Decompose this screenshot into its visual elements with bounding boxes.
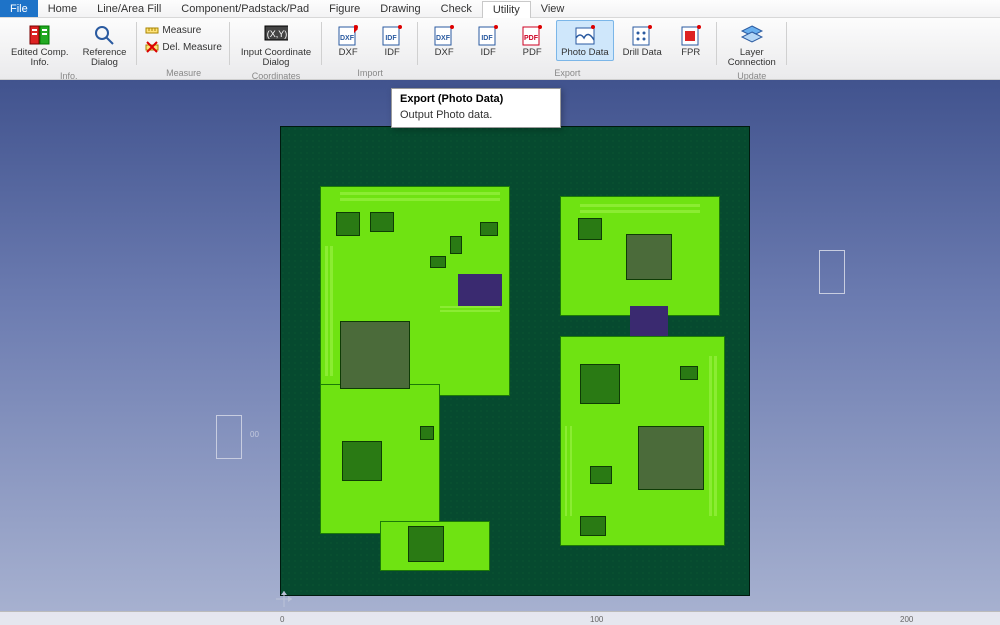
input-coordinate-dialog-button[interactable]: (X,Y) Input Coordinate Dialog <box>236 20 316 71</box>
svg-text:IDF: IDF <box>481 35 493 42</box>
group-update: Layer Connection Update <box>717 18 787 79</box>
export-dxf-button[interactable]: DXF DXF <box>424 20 464 61</box>
xy-icon: (X,Y) <box>264 23 288 47</box>
tooltip-export-photo-data: Export (Photo Data) Output Photo data. <box>391 88 561 128</box>
cursor-marker-right <box>819 250 845 294</box>
pdf-export-icon: PDF <box>520 23 544 47</box>
group-measure-label: Measure <box>166 68 201 79</box>
import-dxf-label: DXF <box>339 48 358 58</box>
del-measure-button[interactable]: Del. Measure <box>143 39 223 55</box>
export-idf-label: IDF <box>480 48 495 58</box>
ribbon: Edited Comp. Info. Reference Dialog Info… <box>0 18 1000 80</box>
input-coordinate-dialog-label: Input Coordinate Dialog <box>241 48 311 68</box>
ruler-tick-200: 200 <box>900 615 913 624</box>
component-info-icon <box>28 23 52 47</box>
ruler-horizontal: 0 100 200 <box>0 611 1000 625</box>
export-fpr-label: FPR <box>681 48 700 58</box>
edited-comp-info-label: Edited Comp. Info. <box>11 48 69 68</box>
ruler-icon <box>145 23 159 37</box>
group-coordinates: (X,Y) Input Coordinate Dialog Coordinate… <box>230 18 322 79</box>
svg-text:(X,Y): (X,Y) <box>267 29 288 39</box>
ruler-tick-0: 0 <box>280 615 284 624</box>
export-photo-data-label: Photo Data <box>561 48 609 58</box>
dxf-export-icon: DXF <box>432 23 456 47</box>
reference-dialog-button[interactable]: Reference Dialog <box>78 20 132 71</box>
file-menu[interactable]: File <box>0 0 38 17</box>
svg-text:PDF: PDF <box>524 35 539 42</box>
tab-line-area-fill[interactable]: Line/Area Fill <box>87 0 171 17</box>
group-import: DXF DXF IDF IDF Import <box>322 18 418 79</box>
fpr-export-icon <box>679 23 703 47</box>
group-measure: Measure Del. Measure Measure <box>137 18 229 79</box>
ruler-tick-100: 100 <box>590 615 603 624</box>
export-pdf-label: PDF <box>523 48 542 58</box>
export-dxf-label: DXF <box>435 48 454 58</box>
idf-import-icon: IDF <box>380 23 404 47</box>
tab-check[interactable]: Check <box>431 0 482 17</box>
svg-text:IDF: IDF <box>385 35 397 42</box>
tab-utility[interactable]: Utility <box>482 1 531 18</box>
magnifier-icon <box>92 23 116 47</box>
tooltip-title: Export (Photo Data) <box>392 89 560 107</box>
import-dxf-button[interactable]: DXF DXF <box>328 20 368 61</box>
origin-crosshair-icon <box>276 591 292 607</box>
group-info: Edited Comp. Info. Reference Dialog Info… <box>0 18 137 79</box>
layer-connection-label: Layer Connection <box>728 48 776 68</box>
dxf-import-icon: DXF <box>336 23 360 47</box>
export-fpr-button[interactable]: FPR <box>671 20 711 61</box>
reference-dialog-label: Reference Dialog <box>83 48 127 68</box>
menu-bar: File Home Line/Area Fill Component/Padst… <box>0 0 1000 18</box>
group-export: DXF DXF IDF IDF PDF PDF Photo Data Drill… <box>418 18 717 79</box>
photo-data-icon <box>573 23 597 47</box>
import-idf-button[interactable]: IDF IDF <box>372 20 412 61</box>
tooltip-body: Output Photo data. <box>392 107 560 127</box>
marker-left-label: 00 <box>250 430 259 439</box>
group-import-label: Import <box>357 68 383 79</box>
group-export-label: Export <box>554 68 580 79</box>
tab-view[interactable]: View <box>531 0 575 17</box>
measure-label: Measure <box>162 25 201 36</box>
tab-component-padstack[interactable]: Component/Padstack/Pad <box>171 0 319 17</box>
svg-text:DXF: DXF <box>340 35 355 42</box>
del-measure-label: Del. Measure <box>162 42 221 53</box>
drill-data-icon <box>630 23 654 47</box>
ruler-delete-icon <box>145 40 159 54</box>
tab-figure[interactable]: Figure <box>319 0 370 17</box>
export-idf-button[interactable]: IDF IDF <box>468 20 508 61</box>
edited-comp-info-button[interactable]: Edited Comp. Info. <box>6 20 74 71</box>
svg-text:DXF: DXF <box>436 35 451 42</box>
import-idf-label: IDF <box>384 48 399 58</box>
cursor-marker-left <box>216 415 242 459</box>
tab-home[interactable]: Home <box>38 0 87 17</box>
idf-export-icon: IDF <box>476 23 500 47</box>
export-drill-data-label: Drill Data <box>623 48 662 58</box>
layers-icon <box>740 23 764 47</box>
export-drill-data-button[interactable]: Drill Data <box>618 20 667 61</box>
layer-connection-button[interactable]: Layer Connection <box>723 20 781 71</box>
pcb-board[interactable] <box>280 126 750 596</box>
export-pdf-button[interactable]: PDF PDF <box>512 20 552 61</box>
design-canvas[interactable]: 00 0 100 200 <box>0 80 1000 625</box>
tab-drawing[interactable]: Drawing <box>370 0 430 17</box>
export-photo-data-button[interactable]: Photo Data <box>556 20 614 61</box>
measure-button[interactable]: Measure <box>143 22 223 38</box>
